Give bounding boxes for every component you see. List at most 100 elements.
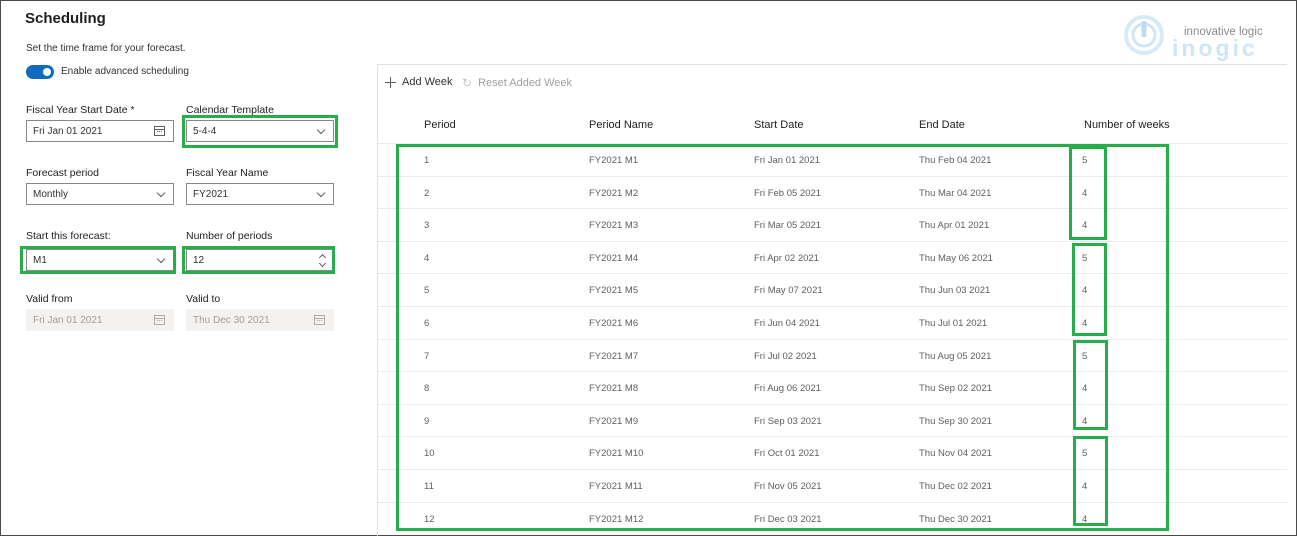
column-header-start-date[interactable]: Start Date xyxy=(754,119,804,131)
cell-end-date: Thu Sep 02 2021 xyxy=(919,383,992,395)
table-row[interactable]: 7 FY2021 M7 Fri Jul 02 2021 Thu Aug 05 2021… xyxy=(378,338,1287,373)
toggle-knob xyxy=(43,68,51,76)
cell-period: 5 xyxy=(424,285,430,297)
page-title: Scheduling xyxy=(25,10,106,27)
cell-number-of-weeks: 4 xyxy=(1082,513,1088,525)
cell-start-date: Fri Nov 05 2021 xyxy=(754,481,822,492)
cell-period-name: FY2021 M5 xyxy=(589,285,639,297)
cell-start-date: Fri Jun 04 2021 xyxy=(754,318,821,329)
fiscal-start-date-field[interactable]: Fri Jan 01 2021 xyxy=(26,120,174,142)
table-row[interactable]: 9 FY2021 M9 Fri Sep 03 2021 Thu Sep 30 2021… xyxy=(378,403,1287,438)
cell-number-of-weeks: 4 xyxy=(1082,220,1088,232)
spinner-icon[interactable] xyxy=(318,253,327,267)
cell-period: 2 xyxy=(424,187,430,199)
table-row[interactable]: 4 FY2021 M4 Fri Apr 02 2021 Thu May 06 2021… xyxy=(378,240,1287,275)
logo-wordmark: inogic xyxy=(1172,35,1258,61)
cell-period-name: FY2021 M8 xyxy=(589,383,639,395)
cell-end-date: Thu Jul 01 2021 xyxy=(919,318,988,329)
forecast-period-label: Forecast period xyxy=(26,167,99,179)
cell-period-name: FY2021 M1 xyxy=(589,155,639,166)
calendar-template-select[interactable]: 5-4-4 xyxy=(186,120,334,142)
table-row[interactable]: 10 FY2021 M10 Fri Oct 01 2021 Thu Nov 04 20… xyxy=(378,436,1287,470)
fiscal-year-name-select[interactable]: FY2021 xyxy=(186,183,334,205)
cell-end-date: Thu Dec 30 2021 xyxy=(919,513,992,525)
cell-end-date: Thu Nov 04 2021 xyxy=(919,448,992,460)
plus-icon xyxy=(385,76,396,88)
cell-start-date: Fri May 07 2021 xyxy=(754,285,823,297)
cell-period: 6 xyxy=(424,318,430,329)
chevron-down-icon xyxy=(316,125,326,134)
chevron-down-icon xyxy=(316,188,326,197)
cell-end-date: Thu Apr 01 2021 xyxy=(919,220,990,232)
cell-end-date: Thu Jun 03 2021 xyxy=(919,285,991,297)
cell-start-date: Fri Jan 01 2021 xyxy=(754,155,821,166)
calendar-icon[interactable] xyxy=(152,125,166,137)
cell-number-of-weeks: 5 xyxy=(1082,448,1088,460)
cell-number-of-weeks: 4 xyxy=(1082,285,1088,297)
reset-added-week-button[interactable]: ↻ Reset Added Week xyxy=(462,76,572,90)
logo-icon xyxy=(1124,15,1164,55)
cell-period-name: FY2021 M9 xyxy=(589,415,639,427)
cell-start-date: Fri Sep 03 2021 xyxy=(754,415,822,427)
calendar-template-label: Calendar Template xyxy=(186,104,274,116)
add-week-button[interactable]: Add Week xyxy=(385,76,453,88)
advanced-scheduling-label: Enable advanced scheduling xyxy=(61,66,189,77)
valid-from-label: Valid from xyxy=(26,293,73,305)
cell-number-of-weeks: 5 xyxy=(1082,252,1088,264)
table-row[interactable]: 6 FY2021 M6 Fri Jun 04 2021 Thu Jul 01 2021… xyxy=(378,306,1287,340)
cell-number-of-weeks: 4 xyxy=(1082,318,1088,329)
num-periods-input[interactable]: 12 xyxy=(186,249,334,271)
brand-logo: innovative logic inogic xyxy=(1122,13,1282,61)
table-row[interactable]: 12 FY2021 M12 Fri Dec 03 2021 Thu Dec 30 20… xyxy=(378,501,1287,536)
cell-start-date: Fri Jul 02 2021 xyxy=(754,350,817,362)
add-week-label: Add Week xyxy=(402,76,453,88)
cell-period: 8 xyxy=(424,383,430,395)
forecast-period-value: Monthly xyxy=(33,188,69,200)
cell-number-of-weeks: 5 xyxy=(1082,155,1088,166)
cell-number-of-weeks: 4 xyxy=(1082,187,1088,199)
cell-end-date: Thu Sep 30 2021 xyxy=(919,415,992,427)
cell-number-of-weeks: 4 xyxy=(1082,383,1088,395)
valid-to-label: Valid to xyxy=(186,293,221,305)
valid-from-value: Fri Jan 01 2021 xyxy=(33,314,103,326)
advanced-scheduling-toggle[interactable] xyxy=(26,65,54,79)
cell-period: 4 xyxy=(424,252,430,264)
chevron-down-icon xyxy=(156,188,166,197)
cell-end-date: Thu Feb 04 2021 xyxy=(919,155,992,166)
column-header-number-of-weeks[interactable]: Number of weeks xyxy=(1084,119,1170,131)
table-row[interactable]: 5 FY2021 M5 Fri May 07 2021 Thu Jun 03 2021… xyxy=(378,273,1287,307)
forecast-period-select[interactable]: Monthly xyxy=(26,183,174,205)
cell-period-name: FY2021 M11 xyxy=(589,481,643,492)
table-row[interactable]: 1 FY2021 M1 Fri Jan 01 2021 Thu Feb 04 2021… xyxy=(378,143,1287,177)
calendar-icon xyxy=(312,314,326,326)
num-periods-value: 12 xyxy=(193,254,205,266)
cell-period: 9 xyxy=(424,415,430,427)
cell-period-name: FY2021 M2 xyxy=(589,187,639,199)
cell-end-date: Thu Dec 02 2021 xyxy=(919,481,992,492)
column-header-period-name[interactable]: Period Name xyxy=(589,119,653,131)
valid-to-field: Thu Dec 30 2021 xyxy=(186,309,334,331)
column-header-period[interactable]: Period xyxy=(424,119,456,131)
start-forecast-select[interactable]: M1 xyxy=(26,249,174,271)
cell-start-date: Fri Oct 01 2021 xyxy=(754,448,820,460)
calendar-template-value: 5-4-4 xyxy=(193,125,217,137)
column-header-end-date[interactable]: End Date xyxy=(919,119,965,131)
cell-start-date: Fri Feb 05 2021 xyxy=(754,187,822,199)
num-periods-label: Number of periods xyxy=(186,230,273,242)
table-row[interactable]: 8 FY2021 M8 Fri Aug 06 2021 Thu Sep 02 2021… xyxy=(378,371,1287,405)
cell-period: 10 xyxy=(424,448,435,460)
fiscal-year-name-value: FY2021 xyxy=(193,188,229,200)
cell-period-name: FY2021 M12 xyxy=(589,513,644,525)
calendar-icon xyxy=(152,314,166,326)
cell-period: 11 xyxy=(424,481,434,492)
cell-period-name: FY2021 M6 xyxy=(589,318,639,329)
table-row[interactable]: 2 FY2021 M2 Fri Feb 05 2021 Thu Mar 04 2021… xyxy=(378,175,1287,210)
cell-period: 7 xyxy=(424,350,430,362)
cell-end-date: Thu May 06 2021 xyxy=(919,252,993,264)
table-row[interactable]: 11 FY2021 M11 Fri Nov 05 2021 Thu Dec 02 20… xyxy=(378,469,1287,503)
cell-period-name: FY2021 M7 xyxy=(589,350,639,362)
start-forecast-value: M1 xyxy=(33,254,47,266)
table-row[interactable]: 3 FY2021 M3 Fri Mar 05 2021 Thu Apr 01 2021… xyxy=(378,208,1287,242)
chevron-down-icon xyxy=(156,254,166,263)
cell-start-date: Fri Mar 05 2021 xyxy=(754,220,822,232)
